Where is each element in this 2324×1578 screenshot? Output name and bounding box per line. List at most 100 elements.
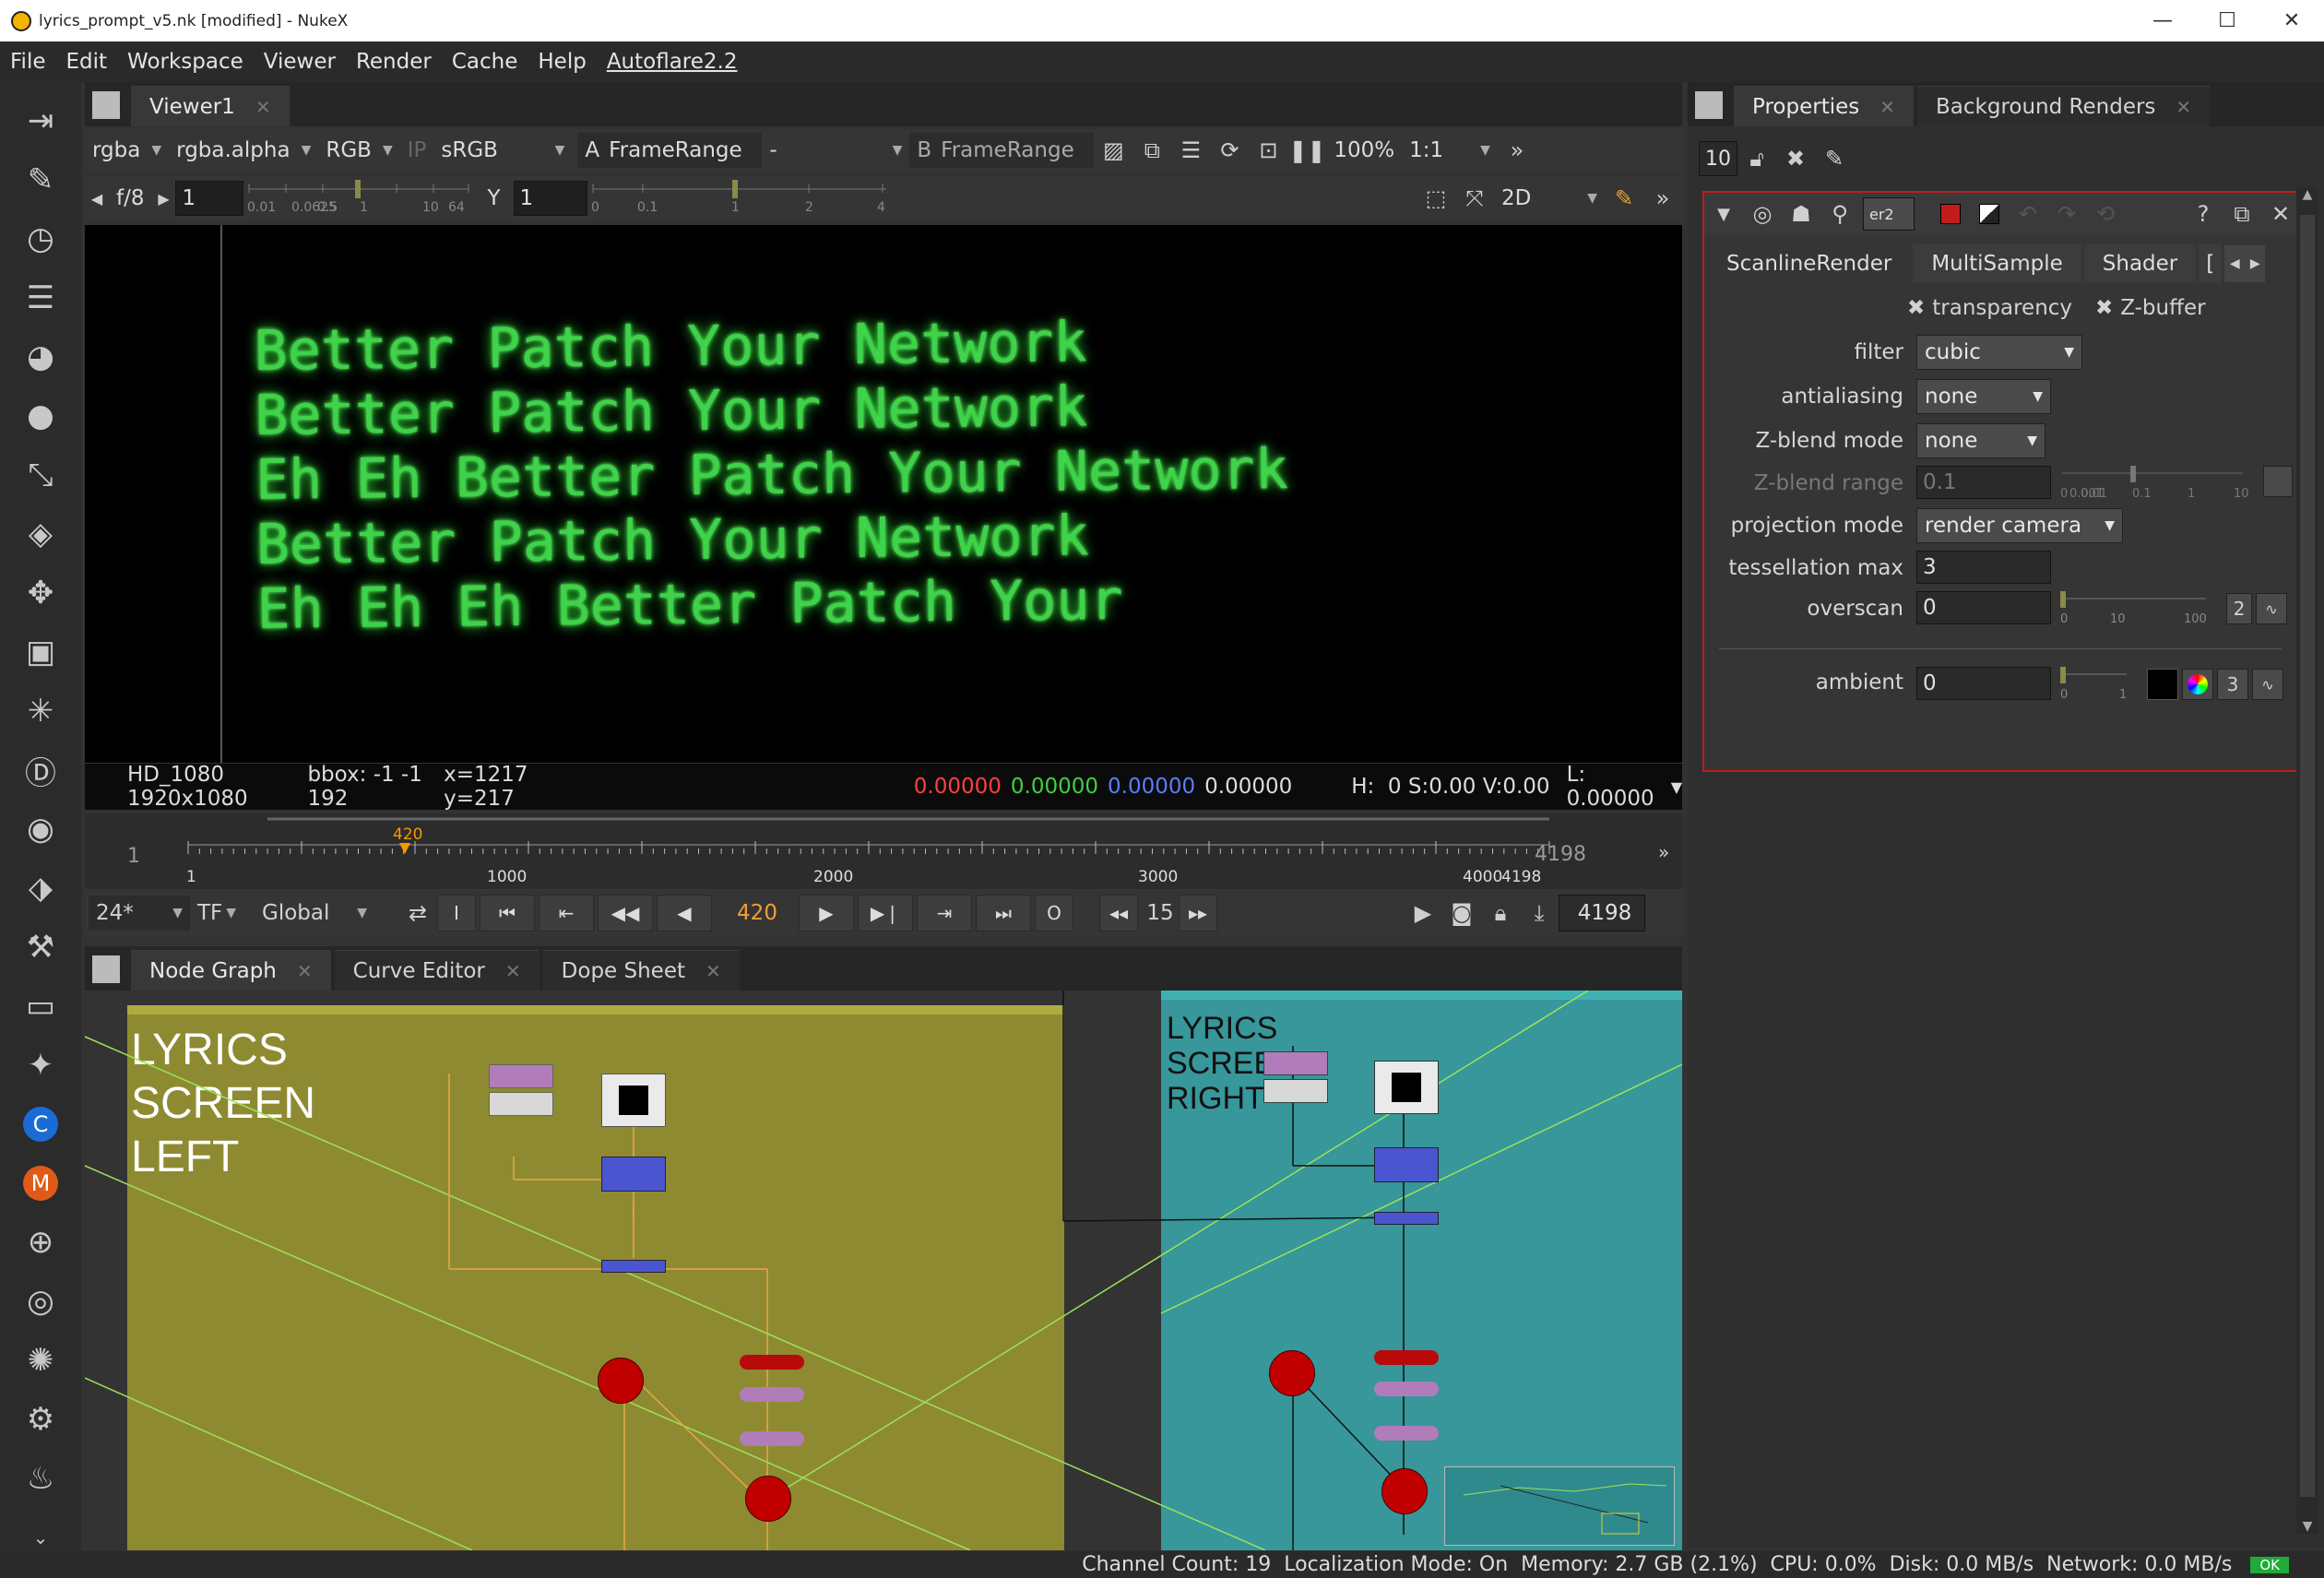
metadata-nodes-icon[interactable]: ⬗: [15, 862, 66, 914]
gain-slider[interactable]: 0.01 0.0625 0.5 1 10 64: [243, 180, 474, 217]
loop-mode-icon[interactable]: ⇄: [398, 895, 437, 931]
node-scene[interactable]: [745, 1476, 791, 1522]
scroll-up-icon[interactable]: ▲: [2296, 187, 2318, 202]
overscan-slider[interactable]: 0 10 100: [2058, 591, 2215, 626]
redo-icon[interactable]: ↷: [2047, 196, 2086, 232]
pane-menu-icon[interactable]: [92, 955, 120, 983]
out-frame-field[interactable]: 4198: [1559, 895, 1645, 931]
node-merge[interactable]: [489, 1064, 553, 1088]
scroll-thumb[interactable]: [2300, 215, 2315, 1497]
timeline[interactable]: 1 420 1 1000 2000 3000 4000 4198 4198 »: [85, 813, 1682, 889]
out-point-button[interactable]: O: [1035, 895, 1073, 931]
step-forward-button[interactable]: ▸▸: [1179, 895, 1217, 931]
antialiasing-dropdown[interactable]: none ▼: [1916, 379, 2051, 414]
pause-icon[interactable]: ❚❚: [1287, 132, 1326, 169]
ambient-field[interactable]: 0: [1916, 667, 2051, 700]
clear-panels-icon[interactable]: ✖: [1776, 140, 1815, 177]
gamma-slider[interactable]: 0 0.1 1 2 4: [587, 180, 892, 217]
zblend-range-field[interactable]: 0.1: [1916, 466, 2051, 499]
undo-icon[interactable]: ↶: [2009, 196, 2047, 232]
next-frame-button[interactable]: ▶❘: [858, 895, 913, 931]
zblend-mode-dropdown[interactable]: none ▼: [1916, 423, 2045, 458]
node-transform[interactable]: [1374, 1147, 1439, 1182]
node-scene[interactable]: [598, 1358, 644, 1404]
tab-overflow[interactable]: [: [2199, 244, 2223, 283]
expand-icon[interactable]: »: [1658, 841, 1669, 863]
fstop-label[interactable]: f/8: [116, 186, 144, 210]
node-scanline-render[interactable]: [740, 1355, 804, 1370]
swirl-plugin-icon[interactable]: ◎: [15, 1275, 66, 1327]
splat-plugin-icon[interactable]: ✺: [15, 1335, 66, 1386]
tab-dope-sheet[interactable]: Dope Sheet ✕: [542, 950, 740, 991]
flame-plugin-icon[interactable]: ♨: [15, 1453, 66, 1504]
input-process-toggle[interactable]: IP: [400, 133, 434, 168]
center-node-icon[interactable]: ⚲: [1820, 196, 1859, 232]
alpha-dropdown[interactable]: rgba.alpha ▼: [169, 133, 318, 168]
transform-handle-icon[interactable]: ⤧: [1455, 180, 1494, 217]
node-transform[interactable]: [601, 1157, 666, 1192]
curve-icon[interactable]: ∿: [2256, 593, 2287, 624]
draw-nodes-icon[interactable]: ✎: [15, 154, 66, 206]
close-tab-icon[interactable]: ✕: [1879, 96, 1895, 118]
node-info-icon[interactable]: ◎: [1743, 196, 1782, 232]
fstop-next-icon[interactable]: ▶: [151, 180, 175, 217]
time-nodes-icon[interactable]: ◷: [15, 213, 66, 265]
fps-dropdown[interactable]: 24* ▼: [89, 896, 190, 931]
scroll-down-icon[interactable]: ▼: [2296, 1519, 2318, 1534]
graph-navigator[interactable]: [1444, 1466, 1675, 1546]
plugin-nodes-icon[interactable]: ✦: [15, 1039, 66, 1091]
minimize-button[interactable]: —: [2130, 0, 2195, 42]
tab-scanline-render[interactable]: ScanlineRender: [1708, 244, 1911, 283]
info-menu-icon[interactable]: ▼: [1671, 778, 1682, 796]
menu-file[interactable]: File: [0, 50, 56, 74]
view-node-icon[interactable]: ☗: [1782, 196, 1820, 232]
max-panels-field[interactable]: 10: [1699, 141, 1737, 176]
c-plugin-icon[interactable]: C: [15, 1098, 66, 1150]
node-name-field[interactable]: er2: [1863, 197, 1915, 231]
node-dot[interactable]: [601, 1260, 666, 1273]
deep-nodes-icon[interactable]: Ⓓ: [15, 744, 66, 796]
view-mode-dropdown[interactable]: 2D ▼: [1494, 181, 1605, 216]
merge-nodes-icon[interactable]: ◈: [15, 508, 66, 560]
flipbook-icon[interactable]: ▶: [1404, 895, 1442, 931]
float-panel-icon[interactable]: ⧉: [2223, 196, 2261, 232]
node-read[interactable]: [601, 1074, 666, 1127]
overscan-channel-count[interactable]: 2: [2226, 593, 2252, 624]
pane-menu-icon[interactable]: [1695, 91, 1723, 119]
zblend-range-slider[interactable]: 0 0.001 0.01 0.1 1 10: [2058, 466, 2252, 501]
color-wheel-icon[interactable]: [2182, 669, 2213, 700]
wipe-icon[interactable]: ▨: [1094, 132, 1132, 169]
m-plugin-icon[interactable]: M: [15, 1157, 66, 1209]
prev-keyframe-button[interactable]: ⇤: [539, 895, 594, 931]
play-forward-button[interactable]: ▶: [799, 895, 854, 931]
color-picker-icon[interactable]: ✎: [1605, 180, 1643, 217]
3d-nodes-icon[interactable]: ▣: [15, 626, 66, 678]
ambient-color-swatch[interactable]: [2147, 669, 2178, 700]
tabs-scroll-right-icon[interactable]: ▶: [2245, 245, 2266, 282]
tessellation-max-field[interactable]: 3: [1916, 551, 2051, 584]
tab-properties[interactable]: Properties ✕: [1734, 86, 1915, 126]
in-point-button[interactable]: I: [437, 895, 476, 931]
gear-plugin-icon[interactable]: ⚙: [15, 1394, 66, 1445]
curve-icon[interactable]: ∿: [2252, 669, 2283, 700]
filter-nodes-icon[interactable]: ●: [15, 390, 66, 442]
edit-icon[interactable]: ✎: [1815, 140, 1854, 177]
projection-mode-dropdown[interactable]: render camera ▼: [1916, 508, 2123, 543]
node-graph-canvas[interactable]: LYRICS SCREEN LEFT LYRICS SCREE RIGHT: [85, 991, 1682, 1550]
next-keyframe-button[interactable]: ⇥: [917, 895, 972, 931]
transparency-checkbox[interactable]: ✖ transparency: [1907, 296, 2072, 320]
wipe-dropdown[interactable]: - ▼: [762, 133, 909, 168]
close-button[interactable]: ✕: [2259, 0, 2324, 42]
node-grade[interactable]: [1374, 1382, 1439, 1396]
tab-node-graph[interactable]: Node Graph ✕: [131, 950, 331, 991]
zbuffer-checkbox[interactable]: ✖ Z-buffer: [2095, 296, 2206, 320]
frame-increment-field[interactable]: 15: [1142, 901, 1179, 925]
viewer-canvas[interactable]: Better Patch Your Network Better Patch Y…: [85, 225, 1682, 763]
close-panel-icon[interactable]: ✕: [2261, 196, 2300, 232]
node-color-icon[interactable]: [1931, 196, 1970, 232]
menu-viewer[interactable]: Viewer: [254, 50, 346, 74]
maximize-button[interactable]: ☐: [2195, 0, 2259, 42]
expand-icon[interactable]: »: [1498, 132, 1536, 169]
other-nodes-icon[interactable]: ▭: [15, 980, 66, 1032]
particles-nodes-icon[interactable]: ✳: [15, 685, 66, 737]
